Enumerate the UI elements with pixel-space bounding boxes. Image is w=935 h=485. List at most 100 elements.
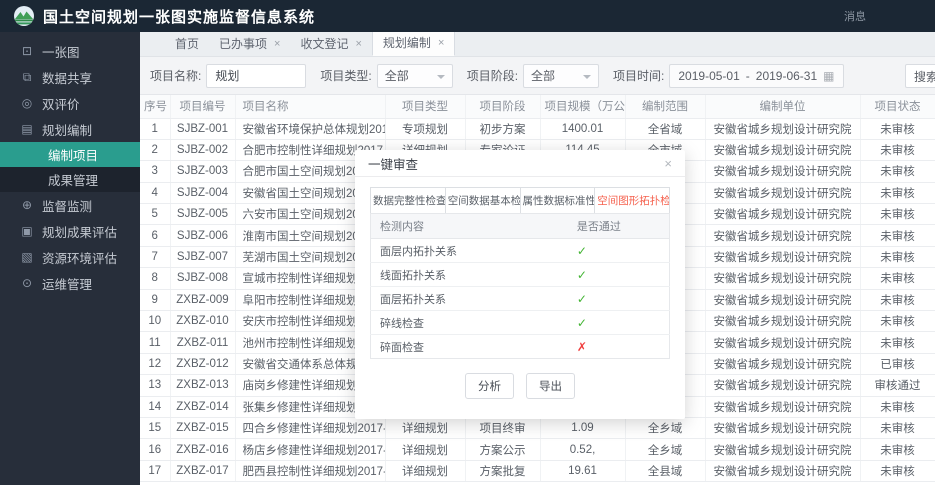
sidebar-item[interactable]: ▤ 规划编制 [0,116,140,142]
table-cell: 0.52, [540,439,625,460]
sidebar-item-label: 双评价 [42,94,80,113]
close-tab-icon[interactable]: × [274,38,280,50]
project-time-range-picker[interactable]: 2019-05-01 - 2019-06-31 ▦ [669,64,843,88]
check-icon: ✓ [577,316,587,330]
check-table-header-row: 检测内容是否通过 [371,214,670,239]
app-logo-icon [14,6,34,26]
modal-tab[interactable]: 数据完整性检查 [371,188,446,213]
tab-item[interactable]: 收文登记× [290,32,371,56]
table-row[interactable]: 15ZXBZ-015四合乡修建性详细规划2017-2025详细规划项目终审1.0… [140,417,935,438]
check-result-cell: ✓ [568,311,670,335]
modal-tab[interactable]: 空间数据基本检查 [446,188,521,213]
sidebar-item[interactable]: ⧉ 数据共享 [0,64,140,90]
check-result-cell: ✓ [568,263,670,287]
modal-tab[interactable]: 属性数据标准性检查 [521,188,596,213]
table-cell: 安徽省城乡规划设计研究院 [705,439,860,460]
project-name-value: 规划 [215,67,239,84]
table-row[interactable]: 1SJBZ-001安徽省环境保护总体规划2017-2035专项规划初步方案140… [140,118,935,139]
table-cell: 安徽省城乡规划设计研究院 [705,375,860,396]
table-cell: 11 [140,332,170,353]
table-row[interactable]: 16ZXBZ-016杨店乡修建性详细规划2017-2025详细规划方案公示0.5… [140,439,935,460]
table-cell: 方案公示 [465,439,540,460]
table-cell: 未审核 [860,289,935,310]
resource-env-assess-icon: ▧ [20,250,34,264]
table-cell: 方案批复 [465,460,540,481]
sidebar-item-label: 数据共享 [42,68,92,87]
sidebar-item[interactable]: 成果管理 [0,167,140,192]
sidebar-item-label: 运维管理 [42,274,92,293]
table-cell: 杨店乡修建性详细规划2017-2025 [235,439,385,460]
close-tab-icon[interactable]: × [355,38,361,50]
tab-active[interactable]: 规划编制 × [372,32,455,56]
table-cell: 详细规划 [385,460,465,481]
check-column-header: 是否通过 [568,214,670,239]
table-cell: 未审核 [860,417,935,438]
check-icon: ✓ [577,244,587,258]
check-item-label: 面层拓扑关系 [371,287,568,311]
table-cell: 未审核 [860,204,935,225]
project-time-label: 项目时间: [613,67,664,84]
plan-compile-icon: ▤ [20,122,34,136]
sidebar-item[interactable]: ⊡一张图 [0,38,140,64]
search-button[interactable]: 搜索 [905,64,935,88]
table-cell: 安徽省城乡规划设计研究院 [705,332,860,353]
table-cell: 3 [140,161,170,182]
check-item-label: 碎面检查 [371,335,568,359]
column-header: 序号 [140,95,170,118]
table-cell: 安徽省城乡规划设计研究院 [705,353,860,374]
sidebar-item[interactable]: ⊙运维管理 [0,270,140,296]
modal-tab-active[interactable]: 空间图形拓扑检查 [595,188,669,213]
table-cell: 安徽省城乡规划设计研究院 [705,204,860,225]
table-cell: SJBZ-007 [170,246,235,267]
table-cell: 未审核 [860,439,935,460]
sidebar: ⊡一张图 ⧉ 数据共享 ◎双评价 ▤ 规划编制编制项目成果管理⊕监督监测 ▣ 规划成果评估 ▧资… [0,32,140,485]
project-type-select[interactable]: 全部 [377,64,453,88]
export-button[interactable]: 导出 [526,373,575,399]
project-name-label: 项目名称: [150,67,201,84]
project-phase-value: 全部 [531,67,555,84]
project-phase-label: 项目阶段: [467,67,518,84]
table-cell: 1 [140,118,170,139]
sidebar-item[interactable]: ▣ 规划成果评估 [0,218,140,244]
table-cell: 全县域 [625,460,705,481]
sidebar-item[interactable]: ⊕监督监测 [0,192,140,218]
tab-label: 规划编制 [383,34,431,51]
table-cell: 未审核 [860,225,935,246]
sidebar-item-label: 规划编制 [42,120,92,139]
table-cell: SJBZ-005 [170,204,235,225]
table-cell: SJBZ-008 [170,268,235,289]
tab-item[interactable]: 首页 [165,32,209,56]
close-tab-icon[interactable]: × [438,37,444,49]
date-start-value: 2019-05-01 [678,69,739,83]
table-cell: 安徽省城乡规划设计研究院 [705,182,860,203]
messages-link[interactable]: 消息 [844,8,866,24]
project-name-input[interactable]: 规划 [206,64,306,88]
review-modal: 一键审查 × 数据完整性检查空间数据基本检查属性数据标准性检查空间图形拓扑检查 … [355,150,685,419]
analyze-button[interactable]: 分析 [465,373,514,399]
close-icon[interactable]: × [664,156,672,171]
column-header: 项目名称 [235,95,385,118]
modal-tabs: 数据完整性检查空间数据基本检查属性数据标准性检查空间图形拓扑检查 [370,187,670,213]
sidebar-item-label: 规划成果评估 [42,222,117,241]
plan-result-assess-icon: ▣ [20,224,34,238]
column-header: 项目阶段 [465,95,540,118]
table-cell: 安徽省城乡规划设计研究院 [705,118,860,139]
cross-icon: ✗ [577,340,587,354]
table-row[interactable]: 17ZXBZ-017肥西县控制性详细规划2017-2025详细规划方案批复19.… [140,460,935,481]
table-cell: 未审核 [860,396,935,417]
table-cell: 4 [140,182,170,203]
project-phase-select[interactable]: 全部 [523,64,599,88]
sidebar-item[interactable]: ◎双评价 [0,90,140,116]
table-cell: 专项规划 [385,118,465,139]
table-cell: 安徽省城乡规划设计研究院 [705,396,860,417]
tab-item[interactable]: 已办事项× [209,32,290,56]
table-cell: 5 [140,204,170,225]
data-share-icon: ⧉ [20,70,34,85]
table-cell: 未审核 [860,311,935,332]
column-header: 项目状态 [860,95,935,118]
sidebar-item[interactable]: ▧资源环境评估 [0,244,140,270]
table-cell: 6 [140,225,170,246]
sidebar-item-label: 监督监测 [42,196,92,215]
sidebar-item-active[interactable]: 编制项目 [0,142,140,167]
table-cell: ZXBZ-016 [170,439,235,460]
